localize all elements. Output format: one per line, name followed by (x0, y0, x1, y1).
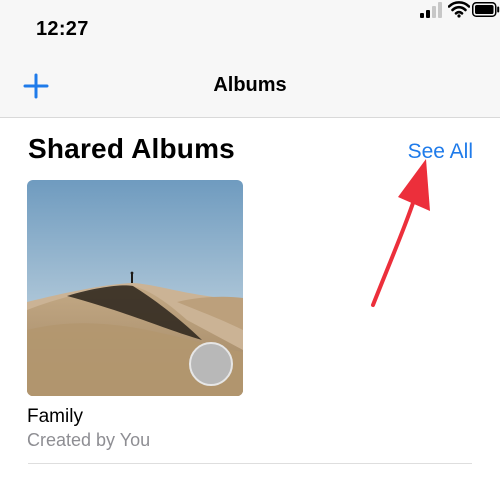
page-title: Albums (213, 74, 287, 96)
cellular-signal-icon (420, 2, 442, 18)
divider (0, 117, 500, 118)
album-subtitle: Created by You (27, 430, 151, 450)
see-all-button[interactable]: See All (408, 140, 473, 164)
album-name: Family (27, 406, 83, 427)
status-time: 12:27 (36, 18, 89, 40)
battery-icon (472, 2, 500, 17)
wifi-icon (448, 1, 470, 18)
avatar (189, 342, 233, 386)
divider (28, 463, 472, 464)
section-title: Shared Albums (28, 133, 235, 164)
shared-album-card[interactable]: Family Created by You (27, 180, 243, 451)
navigation-bar: 12:27 Albums (0, 0, 500, 118)
album-thumbnail[interactable] (27, 180, 243, 396)
